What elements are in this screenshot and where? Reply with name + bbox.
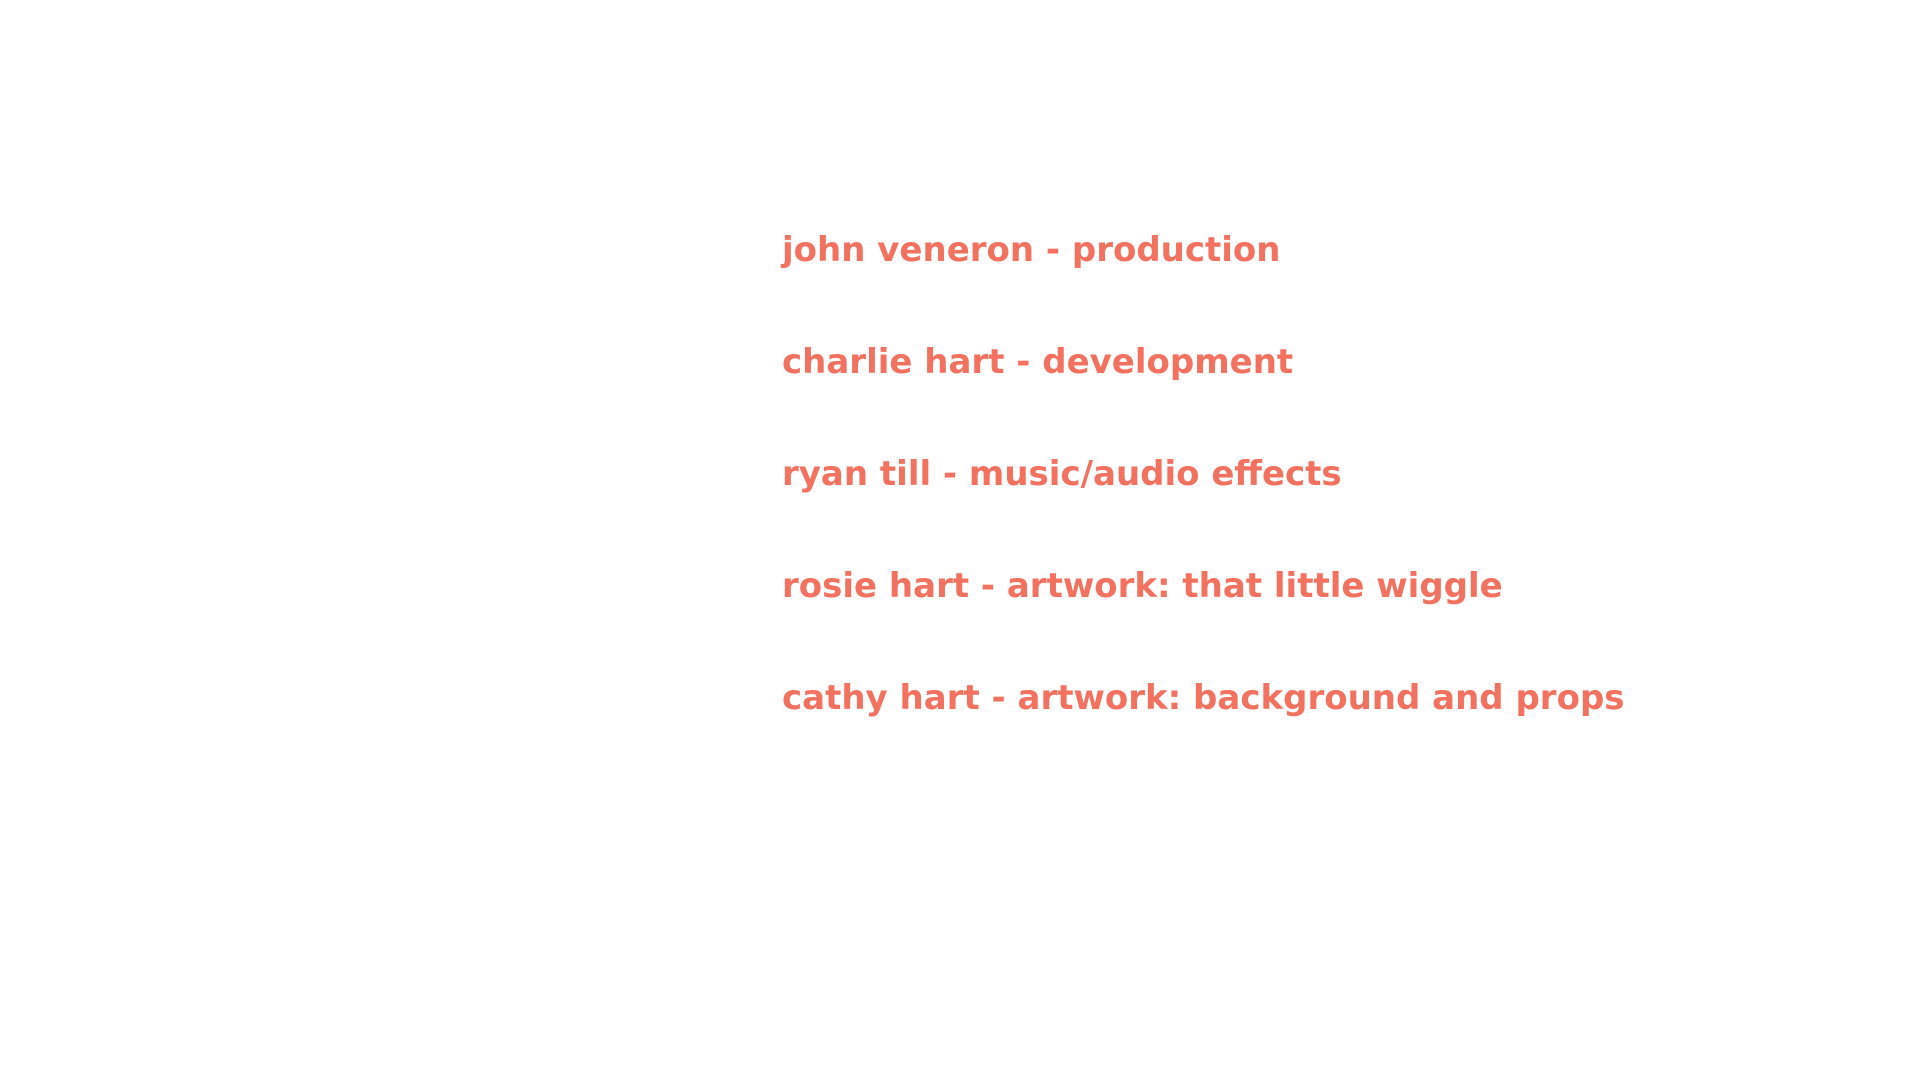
credits-list: john veneron - production charlie hart -… — [782, 224, 1625, 724]
credit-line-music-audio: ryan till - music/audio effects — [782, 454, 1342, 494]
credit-line-artwork-background: cathy hart - artwork: background and pro… — [782, 678, 1625, 718]
credit-line-development: charlie hart - development — [782, 342, 1294, 382]
credit-line-production: john veneron - production — [782, 230, 1281, 270]
credit-line-artwork-wiggle: rosie hart - artwork: that little wiggle — [782, 566, 1503, 606]
credits-screen: john veneron - production charlie hart -… — [0, 0, 1920, 1080]
